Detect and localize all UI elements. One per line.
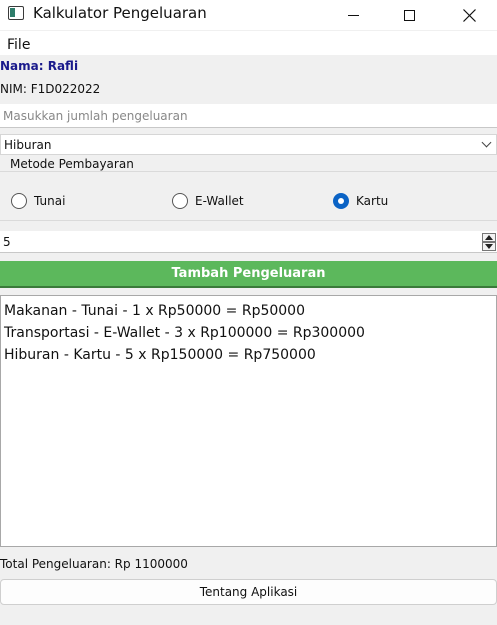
category-selected-value: Hiburan [4, 137, 52, 152]
radio-e-wallet[interactable]: E-Wallet [172, 193, 244, 209]
minimize-button[interactable] [330, 0, 376, 30]
radio-checked-icon [333, 193, 349, 209]
minimize-icon [347, 14, 359, 16]
spin-up-button[interactable] [482, 233, 496, 242]
payment-method-group [0, 171, 497, 221]
title-bar: Kalkulator Pengeluaran [0, 0, 497, 30]
menu-bar: File [0, 31, 497, 55]
category-select[interactable]: Hiburan [0, 134, 497, 155]
app-window-icon [8, 6, 24, 20]
about-app-button[interactable]: Tentang Aplikasi [0, 579, 497, 605]
quantity-spinbox[interactable]: 5 [0, 231, 497, 253]
expense-list[interactable]: Makanan - Tunai - 1 x Rp50000 = Rp50000 … [0, 295, 497, 547]
close-icon [462, 8, 476, 22]
amount-placeholder: Masukkan jumlah pengeluaran [3, 108, 188, 123]
spin-down-button[interactable] [482, 242, 496, 251]
radio-kartu[interactable]: Kartu [333, 193, 388, 209]
radio-label: E-Wallet [195, 194, 244, 208]
list-item[interactable]: Makanan - Tunai - 1 x Rp50000 = Rp50000 [4, 300, 493, 322]
maximize-icon [403, 9, 415, 21]
radio-circle-icon [172, 193, 188, 209]
window-title: Kalkulator Pengeluaran [33, 4, 207, 22]
radio-tunai[interactable]: Tunai [11, 193, 65, 209]
radio-label: Tunai [34, 194, 66, 208]
add-expense-button[interactable]: Tambah Pengeluaran [0, 261, 497, 288]
close-button[interactable] [446, 0, 492, 30]
menu-file[interactable]: File [7, 37, 30, 53]
radio-circle-icon [11, 193, 27, 209]
user-name-label: Nama: Rafli [0, 59, 79, 73]
list-item[interactable]: Hiburan - Kartu - 5 x Rp150000 = Rp75000… [4, 344, 493, 366]
total-expense-label: Total Pengeluaran: Rp 1100000 [0, 557, 188, 571]
radio-label: Kartu [356, 194, 389, 208]
user-nim-label: NIM: F1D022022 [0, 82, 101, 96]
chevron-down-icon [481, 137, 492, 148]
arrow-down-icon [485, 244, 493, 249]
list-item[interactable]: Transportasi - E-Wallet - 3 x Rp100000 =… [4, 322, 493, 344]
payment-group-title: Metode Pembayaran [8, 157, 136, 171]
amount-input[interactable]: Masukkan jumlah pengeluaran [0, 104, 497, 128]
quantity-value: 5 [3, 234, 11, 249]
maximize-button[interactable] [386, 0, 432, 30]
arrow-up-icon [485, 235, 493, 240]
